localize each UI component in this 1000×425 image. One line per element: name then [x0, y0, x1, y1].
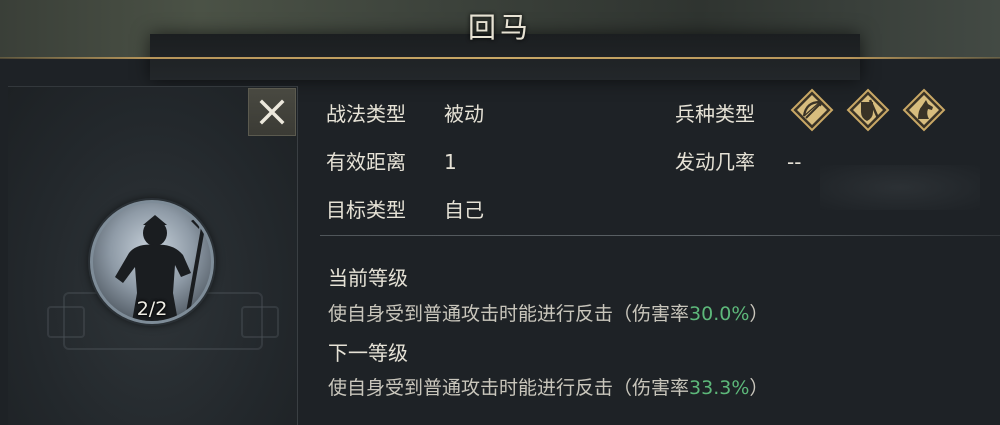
target-type-row: 目标类型 自己 [326, 194, 484, 223]
range-label: 有效距离 [326, 150, 406, 174]
current-level-desc-text: 使自身受到普通攻击时能进行反击（伤害率 [328, 303, 690, 325]
next-level-title: 下一等级 [328, 341, 408, 365]
section-divider [320, 235, 1000, 236]
shield-infantry-icon[interactable] [846, 88, 890, 132]
cavalry-icon[interactable] [902, 88, 946, 132]
close-icon [259, 99, 285, 125]
close-button[interactable] [248, 88, 296, 136]
trigger-rate-value: -- [787, 150, 802, 174]
next-level-desc-text: 使自身受到普通攻击时能进行反击（伤害率 [328, 377, 690, 399]
tactic-type-row: 战法类型 被动 [326, 98, 484, 127]
range-row: 有效距离 1 [326, 146, 457, 175]
archer-icon[interactable] [790, 88, 834, 132]
trigger-rate-label: 发动几率 [675, 150, 755, 174]
next-level-description: 使自身受到普通攻击时能进行反击（伤害率33.3%） [328, 373, 768, 400]
next-level-damage-rate: 33.3% [689, 377, 750, 399]
tactic-type-value: 被动 [444, 102, 484, 126]
next-level-desc-close: ） [749, 377, 769, 399]
page-title: 回马 [467, 11, 532, 44]
skill-portrait: 2/2 [90, 200, 214, 324]
trigger-rate-row: 发动几率 -- [675, 146, 801, 175]
header-divider [0, 57, 1000, 59]
current-level-damage-rate: 30.0% [689, 303, 750, 325]
current-level-title: 当前等级 [328, 266, 408, 290]
range-value: 1 [444, 150, 457, 174]
troop-type-icons [790, 88, 946, 132]
troop-type-label: 兵种类型 [675, 102, 755, 126]
skill-level: 2/2 [136, 298, 168, 320]
troop-type-row: 兵种类型 [675, 98, 755, 127]
target-type-value: 自己 [444, 198, 484, 222]
target-type-label: 目标类型 [326, 198, 406, 222]
background-texture [820, 165, 980, 210]
tactic-type-label: 战法类型 [326, 102, 406, 126]
current-level-description: 使自身受到普通攻击时能进行反击（伤害率30.0%） [328, 299, 768, 326]
current-level-desc-close: ） [749, 303, 769, 325]
